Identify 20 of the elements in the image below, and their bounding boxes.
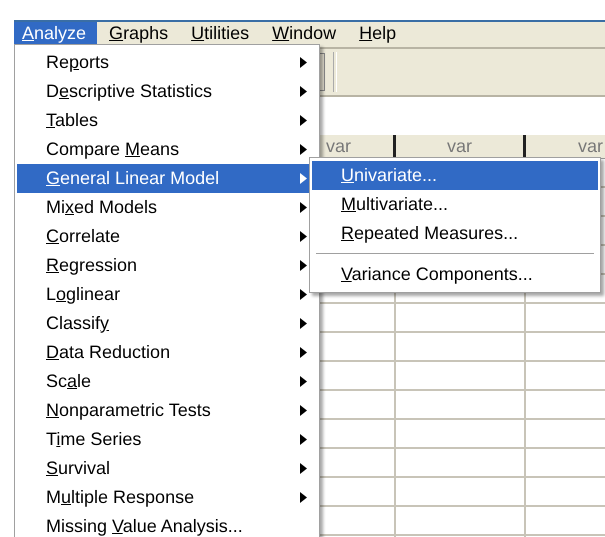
menu-item[interactable]: Time Series xyxy=(17,425,317,454)
menu-item[interactable]: Survival xyxy=(17,454,317,483)
menu-item[interactable]: Missing Value Analysis... xyxy=(17,512,317,537)
column-header[interactable]: var xyxy=(396,135,526,159)
menu-item[interactable]: Nonparametric Tests xyxy=(17,396,317,425)
menu-bar-item[interactable]: Graphs xyxy=(101,22,180,44)
menu-item[interactable]: Reports xyxy=(17,48,317,77)
menu-bar-item[interactable]: Utilities xyxy=(183,22,260,44)
menu-item[interactable]: Multiple Response xyxy=(17,483,317,512)
menu-item[interactable]: Univariate... xyxy=(312,161,598,190)
menu-item[interactable]: Scale xyxy=(17,367,317,396)
menu-bar-item[interactable]: Help xyxy=(351,22,408,44)
menu-bar-item[interactable]: Analyze xyxy=(14,22,98,44)
menu-bar-item[interactable]: Window xyxy=(264,22,348,44)
menu-item[interactable]: Tables xyxy=(17,106,317,135)
menu-item[interactable]: Descriptive Statistics xyxy=(17,77,317,106)
menu-item[interactable]: Data Reduction xyxy=(17,338,317,367)
column-header[interactable]: var xyxy=(526,135,605,159)
menu-item[interactable]: Classify xyxy=(17,309,317,338)
menu-item[interactable]: Compare Means xyxy=(17,135,317,164)
